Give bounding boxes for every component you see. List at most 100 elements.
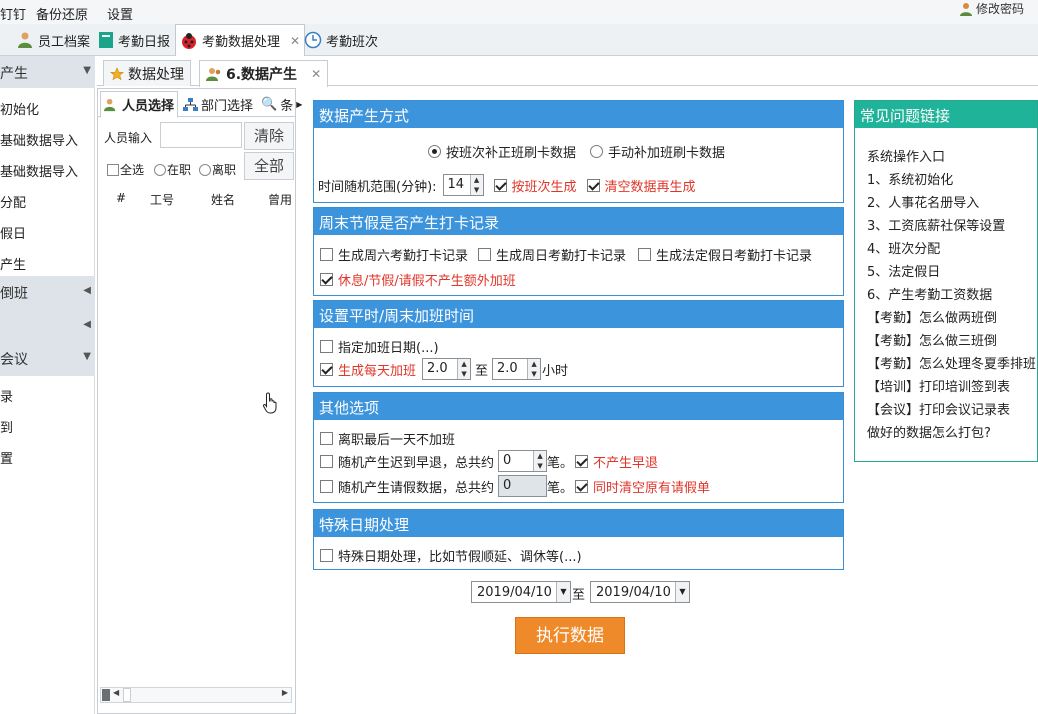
clear-button[interactable]: 清除 <box>244 122 294 150</box>
faq-link[interactable]: 【培训】打印培训签到表 <box>867 376 1010 395</box>
no-last-day-checkbox[interactable] <box>320 432 333 445</box>
daily-overtime-checkbox[interactable] <box>320 362 333 376</box>
option-shift-correction[interactable]: 按班次补正班刷卡数据 <box>428 142 576 161</box>
close-icon[interactable]: ✕ <box>290 34 300 48</box>
faq-link[interactable]: 【考勤】怎么做三班倒 <box>867 330 997 349</box>
faq-link[interactable]: 系统操作入口 <box>867 146 945 165</box>
overtime-to-stepper[interactable]: 2.0 ▲ ▼ <box>492 358 542 380</box>
scrollbar-thumb[interactable] <box>102 689 110 701</box>
scrollbar-handle[interactable] <box>123 688 131 702</box>
end-date-picker[interactable]: 2019/04/10 ▼ <box>590 581 690 603</box>
no-extra-overtime-checkbox[interactable] <box>320 273 333 286</box>
stepper-arrows[interactable]: ▲ ▼ <box>457 359 471 379</box>
tab-daily-report[interactable]: 考勤日报 <box>94 26 174 54</box>
faq-link[interactable]: 3、工资底薪社保等设置 <box>867 215 1005 234</box>
special-dates-checkbox[interactable] <box>320 549 333 562</box>
specify-overtime-checkbox[interactable] <box>320 340 333 353</box>
random-leave-checkbox[interactable] <box>320 479 333 493</box>
specify-overtime-row[interactable]: 指定加班日期(...) <box>320 337 439 356</box>
nav-item[interactable]: 录 <box>0 386 13 405</box>
section-weekend-records: 周末节假是否产生打卡记录 生成周六考勤打卡记录 生成周日考勤打卡记录 生成法定假… <box>313 207 844 296</box>
tab-data-generation[interactable]: 6.数据产生 ✕ <box>199 60 329 87</box>
start-date-picker[interactable]: 2019/04/10 ▼ <box>471 581 571 603</box>
col-former-name: 曾用 <box>268 193 293 207</box>
overtime-from-stepper[interactable]: 2.0 ▲ ▼ <box>422 358 472 380</box>
time-range-stepper[interactable]: 14 ▲ ▼ <box>442 174 484 196</box>
faq-link[interactable]: 4、班次分配 <box>867 238 940 257</box>
scroll-right-icon[interactable]: ▶ <box>282 688 288 697</box>
option-manual-overtime[interactable]: 手动补加班刷卡数据 <box>590 142 725 161</box>
close-icon[interactable]: ✕ <box>311 67 321 81</box>
special-dates-row[interactable]: 特殊日期处理，比如节假顺延、调休等(...) <box>320 546 582 565</box>
tab-data-processing[interactable]: 数据处理 <box>103 60 191 86</box>
change-password-link[interactable]: 修改密码 <box>959 0 1024 17</box>
faq-link[interactable]: 1、系统初始化 <box>867 169 953 188</box>
chevron-down-icon[interactable]: ▼ <box>555 582 570 602</box>
tab-attendance-shift[interactable]: 考勤班次 <box>300 26 382 54</box>
active-radio[interactable]: 在职 <box>154 161 191 178</box>
menu-backup-restore[interactable]: 备份还原 <box>36 4 88 23</box>
time-range-row: 时间随机范围(分钟): 14 ▲ ▼ 按班次生成 清空数据再生成 <box>318 174 696 196</box>
stepper-arrows[interactable]: ▲ ▼ <box>533 451 547 471</box>
all-button[interactable]: 全部 <box>244 152 294 180</box>
section-special-dates: 特殊日期处理 特殊日期处理，比如节假顺延、调休等(...) <box>313 509 844 570</box>
nav-item[interactable]: 分配 <box>0 192 26 211</box>
nav-item[interactable]: 基础数据导入 <box>0 161 78 180</box>
faq-link[interactable]: 【考勤】怎么做两班倒 <box>867 307 997 326</box>
faq-link[interactable]: 【考勤】怎么处理冬夏季排班 <box>867 353 1036 372</box>
menu-settings[interactable]: 设置 <box>107 4 133 23</box>
no-early-leave-label: 不产生早退 <box>593 455 659 471</box>
person-grid-header: # 工号 姓名 曾用 <box>98 189 295 209</box>
tab-attendance-processing[interactable]: 考勤数据处理 ✕ <box>175 24 306 56</box>
radio-circle <box>154 164 166 176</box>
chevron-right-icon[interactable]: ▶ <box>296 100 302 109</box>
by-shift-checkbox[interactable] <box>493 178 507 192</box>
nav-sub-blank[interactable]: ◀ <box>0 306 95 342</box>
no-extra-overtime-row[interactable]: 休息/节假/请假不产生额外加班 <box>320 270 516 289</box>
employee-icon <box>18 32 32 48</box>
late-count-stepper[interactable]: 0 ▲ ▼ <box>498 450 548 472</box>
nav-item[interactable]: 假日 <box>0 223 26 242</box>
chevron-down-icon[interactable]: ▼ <box>674 582 689 602</box>
nav-item[interactable]: 产生 <box>0 254 26 273</box>
tab-condition[interactable]: 🔍 条 ▶ <box>258 91 305 117</box>
horizontal-scrollbar[interactable]: ◀ ▶ <box>100 687 292 703</box>
person-input[interactable] <box>160 122 242 148</box>
faq-link[interactable]: 2、人事花名册导入 <box>867 192 979 211</box>
resigned-radio[interactable]: 离职 <box>199 161 236 178</box>
holiday-checkbox[interactable] <box>638 248 652 261</box>
faq-link[interactable]: 【会议】打印会议记录表 <box>867 399 1010 418</box>
org-chart-icon <box>183 97 198 111</box>
nav-item[interactable]: 初始化 <box>0 99 39 118</box>
nav-item[interactable]: 基础数据导入 <box>0 130 78 149</box>
no-last-day-row[interactable]: 离职最后一天不加班 <box>320 429 455 448</box>
scroll-left-icon[interactable]: ◀ <box>113 688 119 697</box>
people-icon <box>206 68 221 81</box>
clear-leave-checkbox[interactable] <box>575 479 589 493</box>
nav-item[interactable]: 到 <box>0 417 13 436</box>
stepper-arrows[interactable]: ▲ ▼ <box>527 359 541 379</box>
sunday-checkbox[interactable] <box>478 248 492 261</box>
random-late-checkbox[interactable] <box>320 454 333 468</box>
saturday-label: 生成周六考勤打卡记录 <box>338 249 469 264</box>
tab-department-select[interactable]: 部门选择 <box>180 91 256 117</box>
faq-link[interactable]: 5、法定假日 <box>867 261 940 280</box>
nav-item[interactable]: 置 <box>0 448 13 467</box>
no-early-leave-checkbox[interactable] <box>575 454 589 468</box>
faq-link[interactable]: 做好的数据怎么打包? <box>867 422 991 441</box>
select-all-checkbox[interactable]: 全选 <box>107 161 144 178</box>
nav-sub-shift[interactable]: 倒班 ◀ <box>0 276 95 306</box>
nav-section-produce[interactable]: 产生 ▼ <box>0 56 95 88</box>
clear-regen-checkbox[interactable] <box>586 178 600 192</box>
leave-count-stepper[interactable]: 0 <box>498 475 548 497</box>
end-date-value: 2019/04/10 <box>596 584 671 600</box>
stepper-arrows[interactable]: ▲ ▼ <box>469 175 483 195</box>
saturday-checkbox[interactable] <box>320 248 333 261</box>
nav-section-meeting[interactable]: 会议 ▼ <box>0 342 95 376</box>
faq-link[interactable]: 6、产生考勤工资数据 <box>867 284 992 303</box>
tab-person-select[interactable]: 人员选择 <box>100 91 179 118</box>
ladybug-icon <box>182 32 196 49</box>
execute-button[interactable]: 执行数据 <box>515 617 625 654</box>
tab-employee-file[interactable]: 员工档案 <box>12 26 94 54</box>
menu-dingding[interactable]: 钉钉 <box>0 4 26 23</box>
